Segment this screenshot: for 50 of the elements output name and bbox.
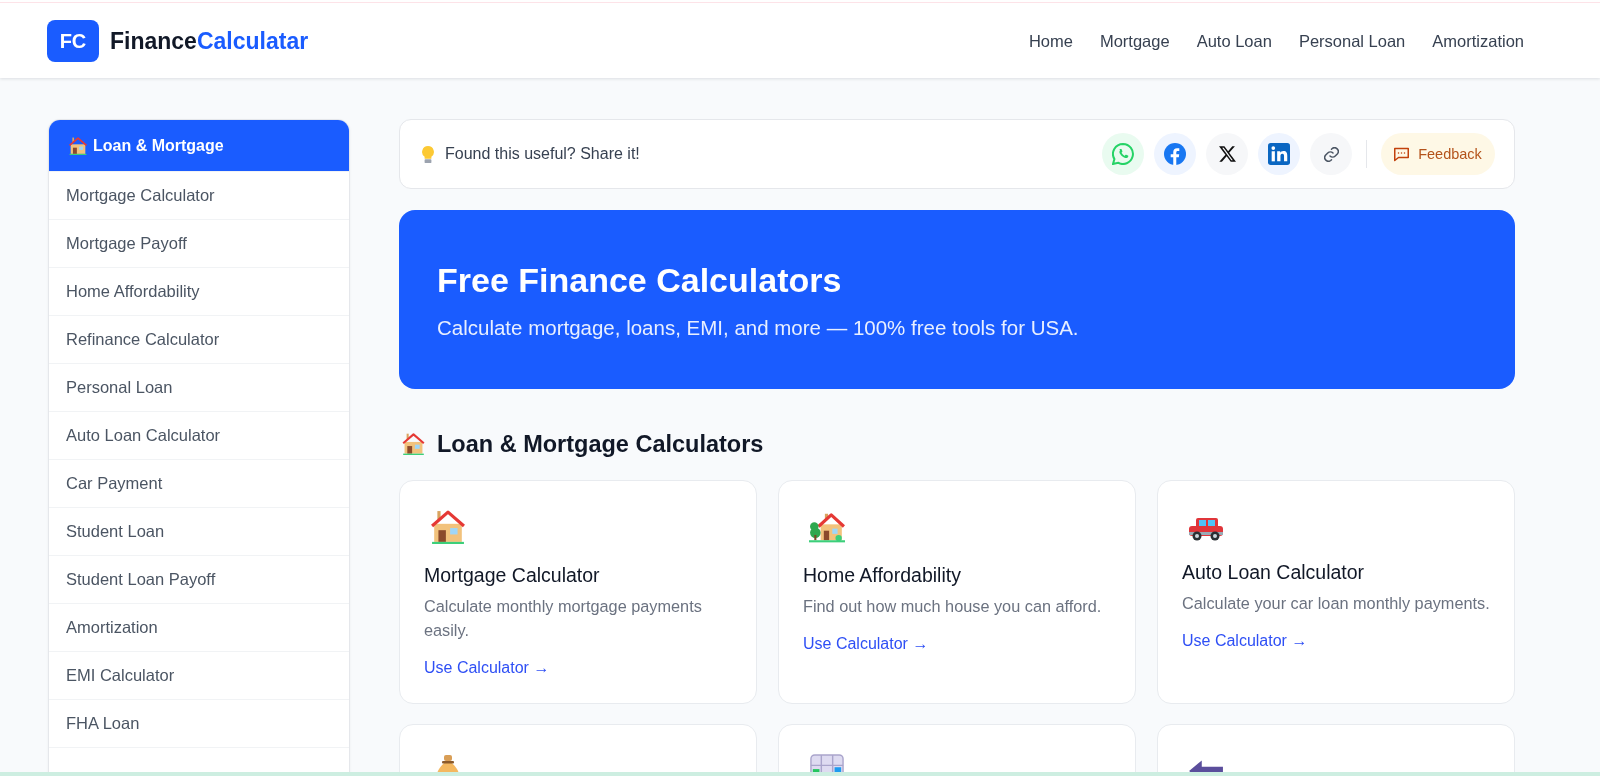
nav-link[interactable]: Amortization <box>1432 31 1524 51</box>
card-description: Find out how much house you can afford. <box>803 596 1103 617</box>
link-icon <box>1323 146 1339 162</box>
hero-subtitle: Calculate mortgage, loans, EMI, and more — 100% free tools for USA. <box>437 315 1080 341</box>
sidebar-link[interactable]: Refinance Calculator <box>49 315 349 363</box>
nav-link[interactable]: Home <box>1028 31 1073 51</box>
in-logo-icon <box>1268 143 1290 165</box>
lightbulb-icon <box>422 145 434 163</box>
calculator-card[interactable]: Mortgage Calculator Calculate monthly mortgage payments easily. Use Calculator → <box>399 480 757 704</box>
sidebar-link[interactable]: Student Loan <box>49 507 349 555</box>
card-title: Auto Loan Calculator <box>1182 561 1366 584</box>
sidebar-title: Loan & Mortgage <box>93 136 224 155</box>
sidebar-link[interactable]: Personal Loan <box>49 363 349 411</box>
logo-badge[interactable]: FC <box>47 20 99 62</box>
sidebar-link[interactable]: Mortgage Payoff <box>49 219 349 267</box>
calculator-link[interactable]: Use Calculator → <box>803 634 929 654</box>
card-description: Calculate your car loan monthly payments. <box>1182 593 1491 614</box>
house-tree-icon <box>809 510 845 544</box>
calculator-link[interactable]: Use Calculator → <box>424 658 550 678</box>
card-title: Mortgage Calculator <box>424 564 601 587</box>
car-icon <box>1188 517 1224 541</box>
feedback-button[interactable]: Feedback <box>1381 133 1495 175</box>
card-title: Home Affordability <box>803 564 962 587</box>
nav-link[interactable]: Mortgage <box>1099 31 1170 51</box>
comment-icon <box>1394 146 1410 162</box>
share-prompt: Found this useful? Share it! <box>445 145 640 163</box>
calculator-card[interactable]: Home Affordability Find out how much house you can afford. Use Calculator → <box>778 480 1136 704</box>
hero-title: Free Finance Calculators <box>437 260 843 301</box>
sidebar-link[interactable]: Mortgage Calculator <box>49 171 349 219</box>
calculator-link[interactable]: Use Calculator → <box>1182 631 1308 651</box>
share-button[interactable] <box>1206 133 1248 175</box>
card-description: Calculate monthly mortgage payments easily. <box>424 596 703 641</box>
sidebar-link[interactable]: Auto Loan Calculator <box>49 411 349 459</box>
nav-link[interactable]: Auto Loan <box>1196 31 1272 51</box>
nav-link[interactable]: Personal Loan <box>1298 31 1406 51</box>
sidebar-link[interactable]: FHA Loan <box>49 699 349 748</box>
sidebar-link[interactable]: EMI Calculator <box>49 651 349 699</box>
house-icon <box>402 433 425 455</box>
brand-name[interactable]: FinanceCalculatar <box>110 27 309 55</box>
f-logo-icon <box>1164 143 1186 165</box>
calculator-card[interactable]: Auto Loan Calculator Calculate your car loan monthly payments. Use Calculator → <box>1157 480 1515 704</box>
sidebar-link[interactable]: Student Loan Payoff <box>49 555 349 603</box>
house-icon <box>69 136 87 155</box>
x-logo-icon <box>1218 146 1236 162</box>
sidebar-link[interactable]: Home Affordability <box>49 267 349 315</box>
sidebar-link[interactable]: Car Payment <box>49 459 349 507</box>
house-icon <box>430 510 466 544</box>
sidebar-link[interactable]: Amortization <box>49 603 349 651</box>
phone-bubble-icon <box>1112 143 1134 165</box>
section-title: Loan & Mortgage Calculators <box>437 430 764 458</box>
